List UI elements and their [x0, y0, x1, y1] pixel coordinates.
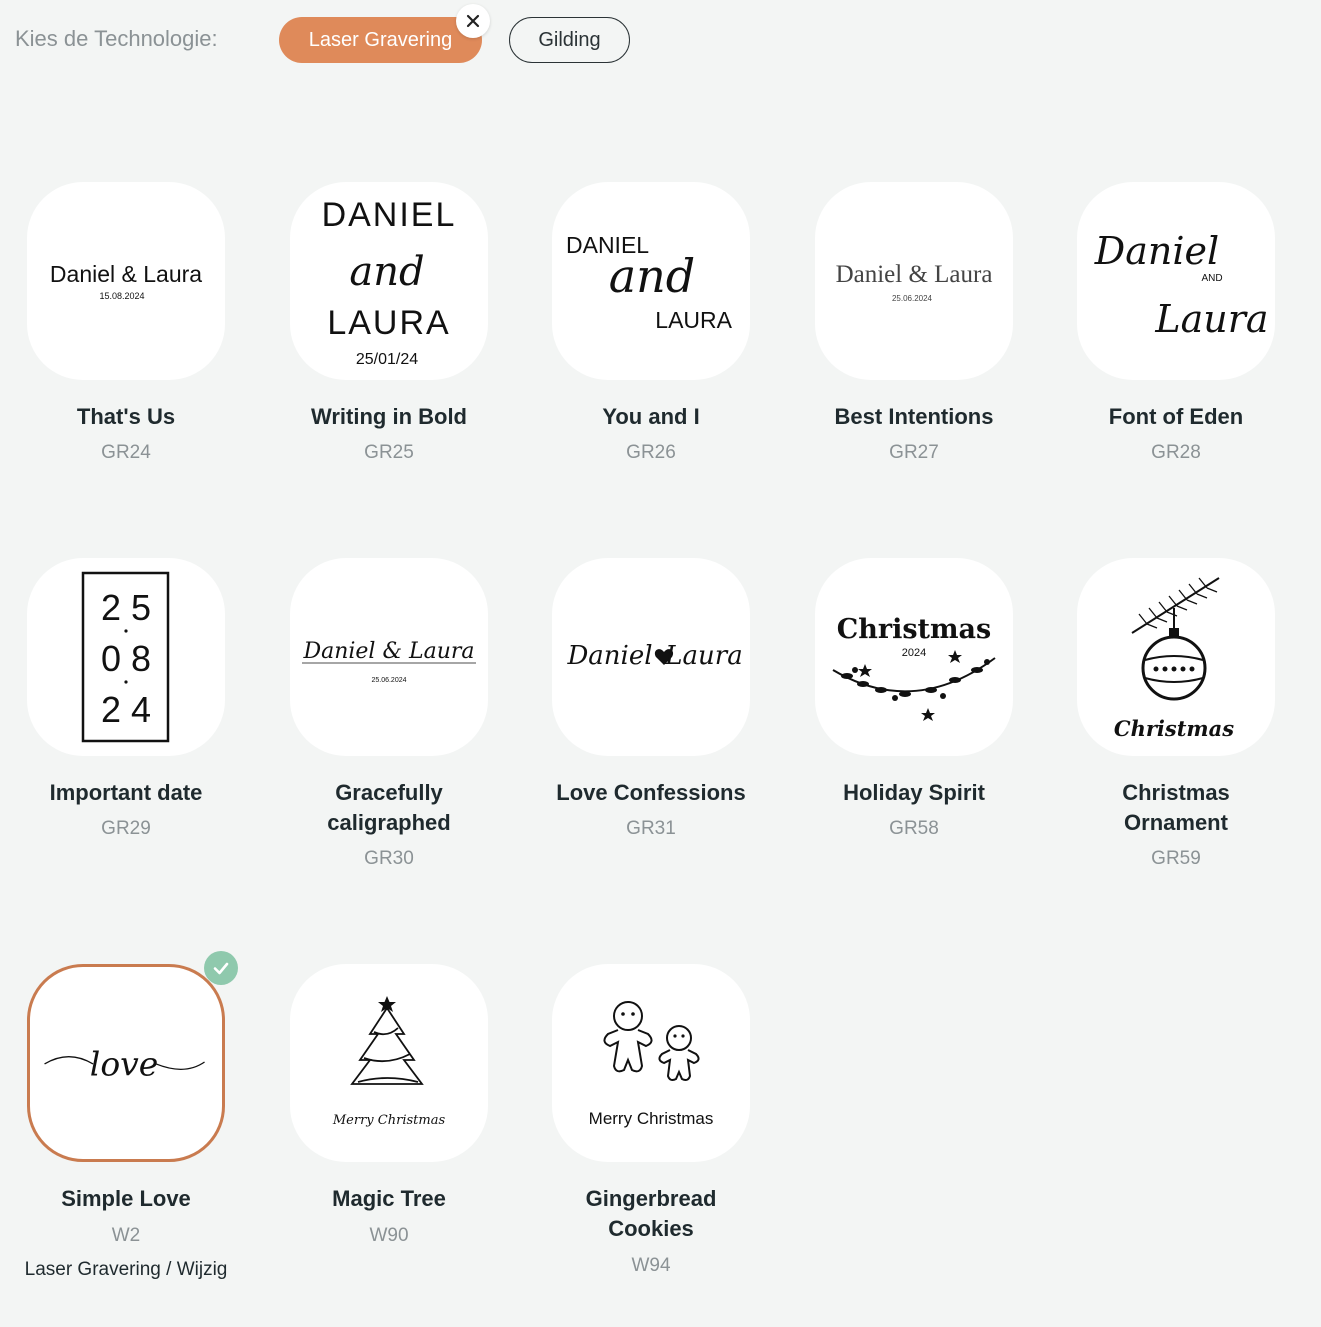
design-card-gr26[interactable]: DANIEL and LAURA	[552, 182, 750, 380]
design-title: You and I	[602, 404, 700, 429]
design-card-gr27[interactable]: Daniel & Laura 25.06.2024	[815, 182, 1013, 380]
preview-script: love	[90, 1045, 159, 1084]
design-card-gr30[interactable]: Daniel & Laura 25.06.2024	[290, 558, 488, 756]
chip-gilding[interactable]: Gilding	[509, 17, 630, 63]
preview-script: Christmas	[1114, 716, 1234, 741]
design-code: W2	[111, 1225, 141, 1246]
gingerbread-icon	[603, 1001, 700, 1081]
design-card-gr59[interactable]: Christmas	[1077, 558, 1275, 756]
preview-w2: love	[44, 1045, 205, 1084]
design-code: GR31	[626, 818, 676, 839]
design-title: Simple Love	[61, 1186, 191, 1211]
design-code: W94	[631, 1255, 671, 1276]
preview-date: 25.06.2024	[892, 294, 933, 303]
design-title: Magic Tree	[332, 1186, 446, 1211]
design-code: GR29	[101, 818, 151, 839]
design-card-gr31[interactable]: Daniel Laura	[552, 558, 750, 756]
garland-icon	[832, 657, 996, 693]
preview-gr58: Christmas 2024	[832, 614, 996, 721]
design-card-w2[interactable]: love	[27, 964, 225, 1162]
preview-script: and	[609, 249, 696, 303]
preview-text: LAURA	[327, 304, 450, 342]
preview-script: Daniel	[566, 641, 652, 671]
preview-gr31: Daniel Laura	[566, 641, 742, 671]
preview-script: Daniel & Laura	[302, 639, 474, 664]
preview-script: and	[349, 249, 424, 295]
preview-text: Daniel & Laura	[836, 261, 993, 288]
design-code: GR59	[1151, 848, 1201, 869]
design-code: GR28	[1151, 442, 1201, 463]
preview-text: Daniel & Laura	[50, 261, 202, 287]
preview-gr24: Daniel & Laura 15.08.2024	[50, 261, 202, 301]
design-card-gr28[interactable]: Daniel AND Laura	[1077, 182, 1275, 380]
preview-w90: Merry Christmas	[332, 996, 446, 1128]
close-icon[interactable]	[456, 4, 490, 38]
preview-text: 0 8	[101, 638, 151, 679]
preview-gr27: Daniel & Laura 25.06.2024	[836, 261, 993, 303]
preview-caption: Merry Christmas	[332, 1113, 446, 1128]
design-card-gr24[interactable]: Daniel & Laura 15.08.2024	[27, 182, 225, 380]
design-code: GR30	[364, 848, 414, 869]
check-icon	[204, 951, 238, 985]
design-card-w94[interactable]: Merry Christmas	[552, 964, 750, 1162]
design-title: Gingerbread Cookies	[585, 1186, 717, 1241]
technology-filter-label: Kies de Technologie:	[15, 26, 218, 51]
design-title: Font of Eden	[1108, 404, 1244, 429]
preview-date: 25.06.2024	[371, 677, 406, 684]
design-title: Christmas Ornament	[1122, 780, 1230, 835]
design-code: GR25	[364, 442, 414, 463]
preview-script: Laura	[664, 641, 742, 671]
preview-w94: Merry Christmas	[589, 1001, 714, 1128]
preview-gr30: Daniel & Laura 25.06.2024	[302, 639, 476, 684]
preview-text: LAURA	[655, 307, 732, 333]
preview-script: Laura	[1154, 297, 1268, 341]
design-title: Writing in Bold	[310, 404, 467, 429]
design-code: GR58	[889, 818, 939, 839]
design-title: Love Confessions	[556, 780, 746, 805]
preview-gr26: DANIEL and LAURA	[566, 232, 733, 333]
preview-gr59: Christmas	[1114, 577, 1234, 741]
design-code: GR27	[889, 442, 939, 463]
design-card-gr29[interactable]: 2 5 0 8 2 4	[27, 558, 225, 756]
christmas-tree-icon	[350, 1006, 424, 1085]
preview-year: 2024	[902, 647, 926, 659]
design-card-gr58[interactable]: Christmas 2024	[815, 558, 1013, 756]
chip-laser-gravering[interactable]: Laser Gravering	[279, 17, 482, 63]
preview-text: DANIEL	[322, 196, 457, 234]
design-card-w90[interactable]: Merry Christmas	[290, 964, 488, 1162]
design-code: W90	[369, 1225, 409, 1246]
preview-gr29: 2 5 0 8 2 4	[81, 571, 170, 743]
preview-script: Daniel	[1094, 229, 1219, 273]
chip-label: Gilding	[538, 28, 601, 51]
preview-caption: Merry Christmas	[589, 1109, 714, 1128]
preview-heading: Christmas	[837, 614, 992, 645]
preview-text: 2 4	[101, 689, 151, 730]
design-code: GR26	[626, 442, 676, 463]
preview-gr25: DANIEL and LAURA 25/01/24	[322, 196, 457, 368]
design-title: Gracefully caligraphed	[327, 780, 451, 835]
design-title: Best Intentions	[834, 404, 994, 429]
design-title: Important date	[49, 780, 203, 805]
design-title: Holiday Spirit	[843, 780, 985, 805]
design-code: GR24	[101, 442, 151, 463]
preview-date: 25/01/24	[356, 351, 418, 368]
preview-gr28: Daniel AND Laura	[1094, 229, 1269, 341]
design-card-gr25[interactable]: DANIEL and LAURA 25/01/24	[290, 182, 488, 380]
chip-label: Laser Gravering	[308, 28, 453, 51]
design-title: That's Us	[76, 404, 176, 429]
preview-small: AND	[1201, 273, 1222, 284]
preview-text: 2 5	[101, 587, 151, 628]
ornament-icon	[1131, 577, 1220, 701]
technology-edit-link[interactable]: Laser Gravering / Wijzig	[24, 1260, 228, 1279]
preview-date: 15.08.2024	[99, 291, 144, 301]
